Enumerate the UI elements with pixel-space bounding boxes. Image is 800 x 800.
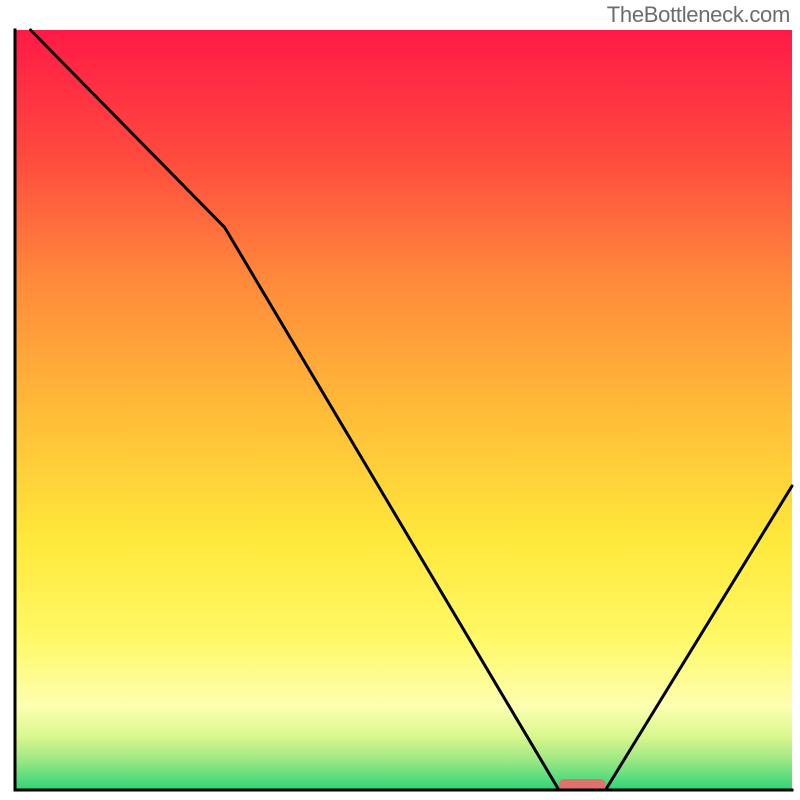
chart-container: { "attribution": "TheBottleneck.com", "c… — [0, 0, 800, 800]
bottleneck-chart — [0, 0, 800, 800]
